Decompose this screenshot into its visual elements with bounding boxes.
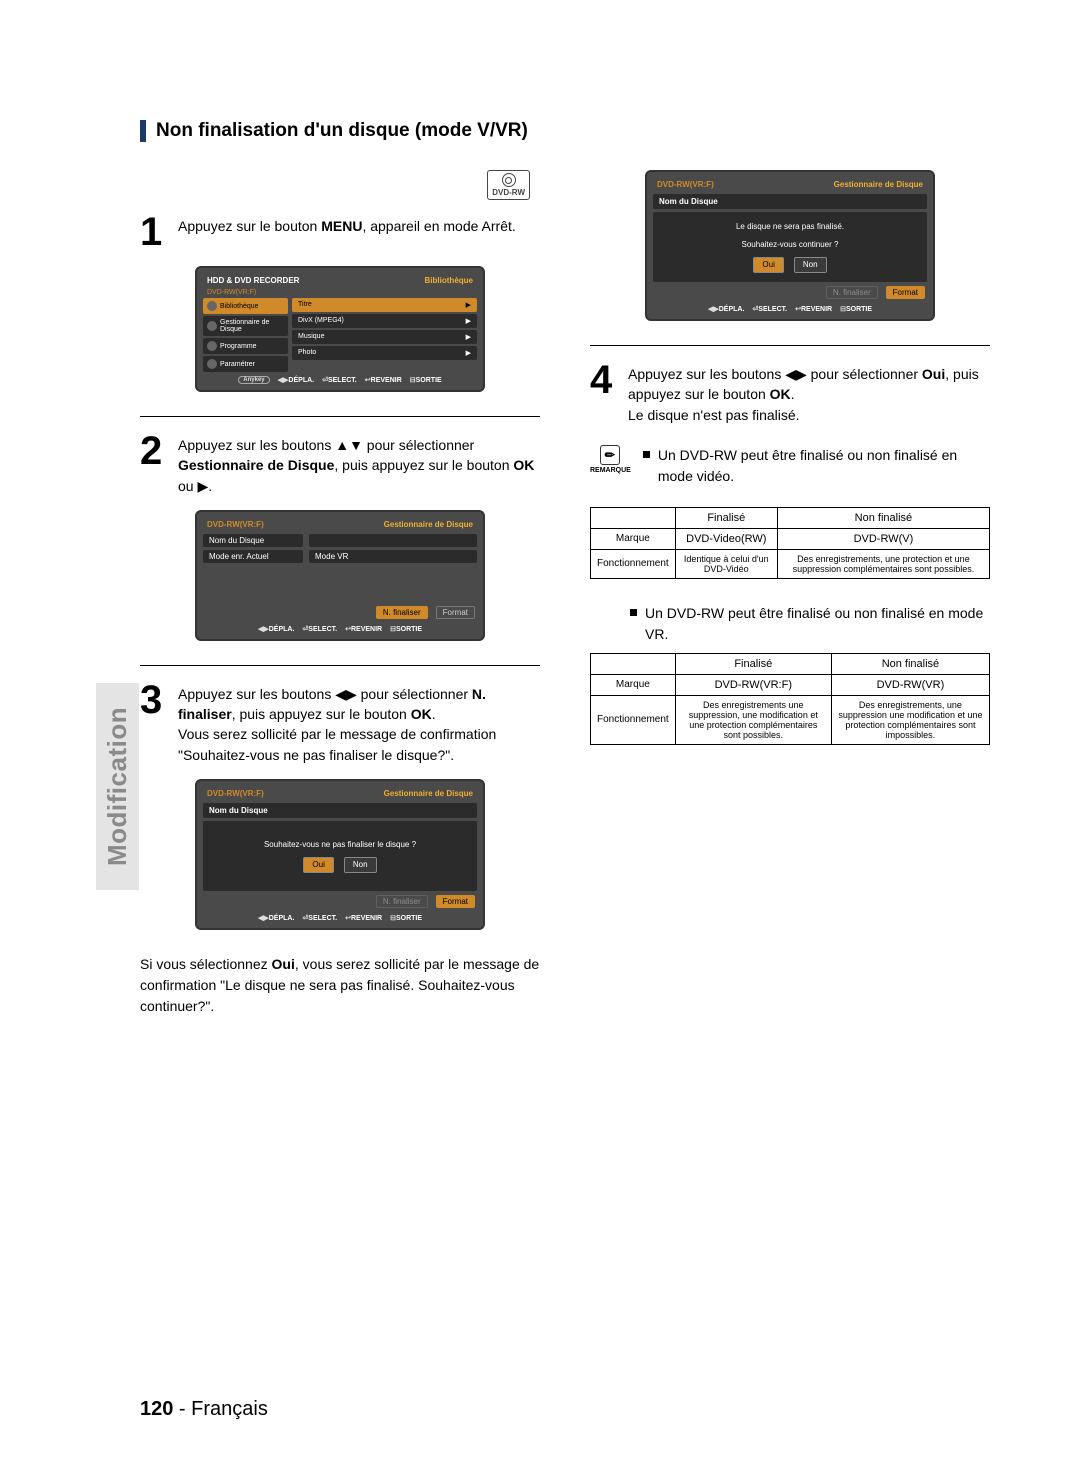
osd3-top-right: Gestionnaire de Disque [384,789,473,798]
osd2-unfinalize-button: N. finaliser [376,606,428,619]
table2-r2: Fonctionnement [591,695,676,744]
osd2-footer: ◀▶DÉPLA. ⏎SELECT. ↩REVENIR ⊟SORTIE [203,621,477,633]
osd3-oui-button: Oui [303,857,333,873]
left-column: DVD-RW 1 Appuyez sur le bouton MENU, app… [140,170,540,1037]
osd1-right-item: Titre▶ [292,298,477,312]
table2-h1: Finalisé [675,653,831,674]
osd4-format-button: Format [886,286,925,299]
osd4-label: Nom du Disque [653,194,927,209]
bullet-icon [630,609,637,616]
osd-confirm-unfinalize-screenshot: DVD-RW(VR:F) Gestionnaire de Disque Nom … [195,779,485,930]
page-number: 120 [140,1398,173,1420]
note-1-bullet: Un DVD-RW peut être finalisé ou non fina… [643,445,990,487]
section-title-text: Non finalisation d'un disque (mode V/VR) [156,120,528,142]
side-tab: Modification [96,683,139,890]
pencil-icon [600,445,620,465]
table1-r2c1: Identique à celui d'un DVD-Vidéo [675,549,777,578]
page-footer: 120 - Français [140,1398,268,1421]
disc-type-label: DVD-RW [492,188,525,197]
osd3-unfinalize-button: N. finaliser [376,895,428,908]
step-3-followup: Si vous sélectionnez Oui, vous serez sol… [140,954,540,1017]
table1-h1: Finalisé [675,507,777,528]
table1-r2c2: Des enregistrements, une protection et u… [777,549,989,578]
bullet-icon [643,451,650,458]
osd1-top-left: HDD & DVD RECORDER [207,276,299,285]
osd2-top-left: DVD-RW(VR:F) [207,520,264,529]
step-1: 1 Appuyez sur le bouton MENU, appareil e… [140,212,540,252]
osd3-message: Souhaitez-vous ne pas finaliser le disqu… [264,839,416,851]
right-column: DVD-RW(VR:F) Gestionnaire de Disque Nom … [590,170,990,1037]
osd4-footer: ◀▶DÉPLA. ⏎SELECT. ↩REVENIR ⊟SORTIE [653,301,927,313]
step-1-text: Appuyez sur le bouton MENU, appareil en … [178,212,516,252]
osd1-footer: Anykey ◀▶DÉPLA. ⏎SELECT. ↩REVENIR ⊟SORTI… [203,372,477,384]
table2-r2c1: Des enregistrements une suppression, une… [675,695,831,744]
osd1-left-item: Bibliothèque [203,298,288,314]
osd1-right-item: Musique▶ [292,330,477,344]
osd3-non-button: Non [344,857,377,873]
osd4-top-right: Gestionnaire de Disque [834,180,923,189]
disc-type-badge: DVD-RW [487,170,530,200]
osd4-msg2: Souhaitez-vous continuer ? [742,239,839,251]
step-4: 4 Appuyez sur les boutons ◀▶ pour sélect… [590,360,990,425]
osd-confirm-continue-screenshot: DVD-RW(VR:F) Gestionnaire de Disque Nom … [645,170,935,321]
step-2-number: 2 [140,431,170,496]
osd3-label: Nom du Disque [203,803,477,818]
note-1-text: Un DVD-RW peut être finalisé ou non fina… [658,445,990,487]
osd-disc-manager-screenshot: DVD-RW(VR:F) Gestionnaire de Disque Nom … [195,510,485,641]
page-language: Français [191,1398,268,1420]
table1-r1c2: DVD-RW(V) [777,528,989,549]
step-1-number: 1 [140,212,170,252]
note-label: REMARQUE [590,467,631,474]
note-2-text: Un DVD-RW peut être finalisé ou non fina… [645,603,990,645]
note-2-bullet: Un DVD-RW peut être finalisé ou non fina… [630,603,990,645]
osd2-row: Mode enr. Actuel Mode VR [203,550,477,563]
osd4-oui-button: Oui [753,257,783,273]
note-icon: REMARQUE [590,445,631,474]
table2-r1: Marque [591,674,676,695]
table1-r1c1: DVD-Video(RW) [675,528,777,549]
comparison-table-video-mode: Finalisé Non finalisé Marque DVD-Video(R… [590,507,990,579]
divider [140,665,540,666]
table2-r2c2: Des enregistrements, une suppression une… [831,695,989,744]
step-2: 2 Appuyez sur les boutons ▲▼ pour sélect… [140,431,540,496]
step-3-number: 3 [140,680,170,765]
osd4-unfinalize-button: N. finaliser [826,286,878,299]
divider [590,345,990,346]
comparison-table-vr-mode: Finalisé Non finalisé Marque DVD-RW(VR:F… [590,653,990,745]
divider [140,416,540,417]
table2-r1c2: DVD-RW(VR) [831,674,989,695]
step-4-text: Appuyez sur les boutons ◀▶ pour sélectio… [628,360,990,425]
table2-r1c1: DVD-RW(VR:F) [675,674,831,695]
osd1-top-right: Bibliothèque [425,276,473,285]
step-4-number: 4 [590,360,620,425]
osd-menu-screenshot: HDD & DVD RECORDER Bibliothèque DVD-RW(V… [195,266,485,392]
osd4-msg1: Le disque ne sera pas finalisé. [736,221,844,233]
osd2-row: Nom du Disque [203,534,477,547]
table1-r1: Marque [591,528,676,549]
osd1-disc-label: DVD-RW(VR:F) [203,287,477,298]
osd4-non-button: Non [794,257,827,273]
table2-h2: Non finalisé [831,653,989,674]
step-3-text: Appuyez sur les boutons ◀▶ pour sélectio… [178,680,540,765]
osd1-left-item: Gestionnaire de Disque [203,316,288,336]
section-title: Non finalisation d'un disque (mode V/VR) [140,120,990,142]
osd3-top-left: DVD-RW(VR:F) [207,789,264,798]
osd1-right-item: Photo▶ [292,346,477,360]
step-3: 3 Appuyez sur les boutons ◀▶ pour sélect… [140,680,540,765]
note-block-1: REMARQUE Un DVD-RW peut être finalisé ou… [590,445,990,495]
osd4-top-left: DVD-RW(VR:F) [657,180,714,189]
osd2-format-button: Format [436,606,475,619]
osd3-format-button: Format [436,895,475,908]
osd1-left-item: Paramétrer [203,356,288,372]
step-2-text: Appuyez sur les boutons ▲▼ pour sélectio… [178,431,540,496]
disc-icon [502,173,516,187]
osd1-right-item: DivX (MPEG4)▶ [292,314,477,328]
osd1-left-item: Programme [203,338,288,354]
osd2-top-right: Gestionnaire de Disque [384,520,473,529]
table1-h2: Non finalisé [777,507,989,528]
table1-r2: Fonctionnement [591,549,676,578]
section-bar [140,120,146,142]
osd3-footer: ◀▶DÉPLA. ⏎SELECT. ↩REVENIR ⊟SORTIE [203,910,477,922]
